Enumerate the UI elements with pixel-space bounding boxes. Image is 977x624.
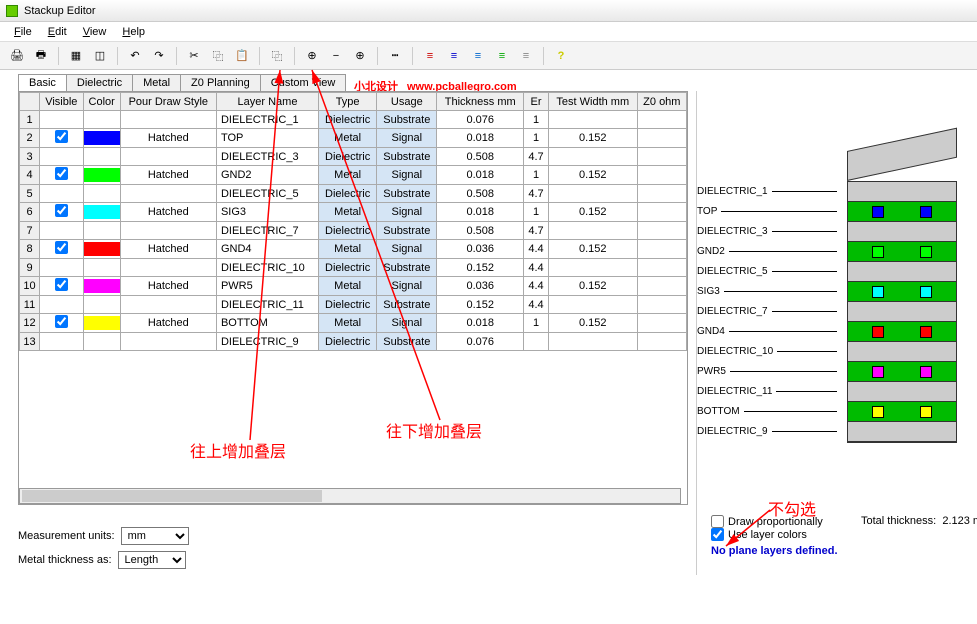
col-layer[interactable]: Layer Name (216, 93, 318, 111)
stack-label: SIG3 (697, 281, 837, 301)
col-pour[interactable]: Pour Draw Style (120, 93, 216, 111)
thk-select[interactable]: Length (118, 551, 186, 569)
col-usage[interactable]: Usage (377, 93, 437, 111)
col-type[interactable]: Type (319, 93, 377, 111)
units-label: Measurement units: (18, 530, 115, 542)
draw-prop-check[interactable]: Draw proportionally (711, 515, 838, 528)
remove-icon[interactable]: − (325, 45, 347, 67)
col-tw[interactable]: Test Width mm (548, 93, 637, 111)
use-colors-check[interactable]: Use layer colors (711, 528, 838, 541)
stackup-table-wrap: Visible Color Pour Draw Style Layer Name… (18, 91, 688, 505)
tab-z0[interactable]: Z0 Planning (180, 74, 261, 91)
layer-blue-icon[interactable]: ≡ (443, 45, 465, 67)
tab-custom[interactable]: Custom View (260, 74, 347, 91)
titlebar: Stackup Editor (0, 0, 977, 22)
thk-label: Metal thickness as: (18, 554, 112, 566)
tab-dielectric[interactable]: Dielectric (66, 74, 133, 91)
stack-label: DIELECTRIC_11 (697, 381, 837, 401)
layer-gray-icon[interactable]: ≡ (515, 45, 537, 67)
tab-metal[interactable]: Metal (132, 74, 181, 91)
copy-icon[interactable]: ⿻ (207, 45, 229, 67)
layer-blue2-icon[interactable]: ≡ (467, 45, 489, 67)
col-color[interactable]: Color (83, 93, 120, 111)
app-icon (6, 5, 18, 17)
add-above-icon[interactable]: ⊕ (301, 45, 323, 67)
stack-label: GND2 (697, 241, 837, 261)
table-row[interactable]: 13DIELECTRIC_9DielectricSubstrate0.076 (20, 333, 687, 351)
stack-label: DIELECTRIC_9 (697, 421, 837, 441)
menu-edit[interactable]: Edit (42, 24, 73, 40)
stack-label: DIELECTRIC_5 (697, 261, 837, 281)
split-icon[interactable]: ◫ (89, 45, 111, 67)
table-row[interactable]: 12HatchedBOTTOMMetalSignal0.01810.152 (20, 314, 687, 333)
no-plane-msg: No plane layers defined. (711, 545, 838, 557)
table-row[interactable]: 11DIELECTRIC_11DielectricSubstrate0.1524… (20, 296, 687, 314)
units-select[interactable]: mm (121, 527, 189, 545)
grid-icon[interactable]: ▦ (65, 45, 87, 67)
redo-icon[interactable]: ↷ (148, 45, 170, 67)
print2-icon[interactable]: 🖶 (30, 45, 52, 67)
layer-green-icon[interactable]: ≡ (491, 45, 513, 67)
dash-icon[interactable]: ┅ (384, 45, 406, 67)
visible-check[interactable] (55, 130, 68, 143)
visible-check[interactable] (55, 204, 68, 217)
menu-file[interactable]: File (8, 24, 38, 40)
stack-visual (847, 151, 957, 443)
stack-label: GND4 (697, 321, 837, 341)
stack-label: DIELECTRIC_7 (697, 301, 837, 321)
col-thk[interactable]: Thickness mm (437, 93, 524, 111)
undo-icon[interactable]: ↶ (124, 45, 146, 67)
table-row[interactable]: 6HatchedSIG3MetalSignal0.01810.152 (20, 203, 687, 222)
col-visible[interactable]: Visible (40, 93, 84, 111)
stack-label: TOP (697, 201, 837, 221)
visible-check[interactable] (55, 241, 68, 254)
menu-view[interactable]: View (77, 24, 113, 40)
stack-label: DIELECTRIC_10 (697, 341, 837, 361)
menubar: File Edit View Help (0, 22, 977, 42)
visible-check[interactable] (55, 167, 68, 180)
menu-help[interactable]: Help (116, 24, 151, 40)
stack-label: BOTTOM (697, 401, 837, 421)
add-below-icon[interactable]: ⊕ (349, 45, 371, 67)
stack-label: DIELECTRIC_3 (697, 221, 837, 241)
toolbar: 🖨 🖶 ▦ ◫ ↶ ↷ ✂ ⿻ 📋 ⿻ ⊕ − ⊕ ┅ ≡ ≡ ≡ ≡ ≡ ? (0, 42, 977, 70)
stackup-table[interactable]: Visible Color Pour Draw Style Layer Name… (19, 92, 687, 351)
print-icon[interactable]: 🖨 (6, 45, 28, 67)
hscrollbar[interactable] (19, 488, 681, 504)
table-row[interactable]: 1DIELECTRIC_1DielectricSubstrate0.0761 (20, 111, 687, 129)
table-row[interactable]: 9DIELECTRIC_10DielectricSubstrate0.1524.… (20, 259, 687, 277)
stack-preview: DIELECTRIC_1TOPDIELECTRIC_3GND2DIELECTRI… (696, 91, 967, 575)
dup-icon[interactable]: ⿻ (266, 45, 288, 67)
stack-label: PWR5 (697, 361, 837, 381)
cut-icon[interactable]: ✂ (183, 45, 205, 67)
paste-icon[interactable]: 📋 (231, 45, 253, 67)
layer-red-icon[interactable]: ≡ (419, 45, 441, 67)
table-row[interactable]: 8HatchedGND4MetalSignal0.0364.40.152 (20, 240, 687, 259)
table-row[interactable]: 4HatchedGND2MetalSignal0.01810.152 (20, 166, 687, 185)
table-row[interactable]: 5DIELECTRIC_5DielectricSubstrate0.5084.7 (20, 185, 687, 203)
table-row[interactable]: 3DIELECTRIC_3DielectricSubstrate0.5084.7 (20, 148, 687, 166)
window-title: Stackup Editor (24, 5, 96, 17)
table-row[interactable]: 7DIELECTRIC_7DielectricSubstrate0.5084.7 (20, 222, 687, 240)
visible-check[interactable] (55, 315, 68, 328)
table-row[interactable]: 10HatchedPWR5MetalSignal0.0364.40.152 (20, 277, 687, 296)
col-z0[interactable]: Z0 ohm (637, 93, 686, 111)
stack-label: DIELECTRIC_1 (697, 181, 837, 201)
table-row[interactable]: 2HatchedTOPMetalSignal0.01810.152 (20, 129, 687, 148)
tab-basic[interactable]: Basic (18, 74, 67, 91)
visible-check[interactable] (55, 278, 68, 291)
total-thickness: Total thickness: 2.123 mm (861, 515, 977, 527)
help-icon[interactable]: ? (550, 45, 572, 67)
col-er[interactable]: Er (524, 93, 549, 111)
